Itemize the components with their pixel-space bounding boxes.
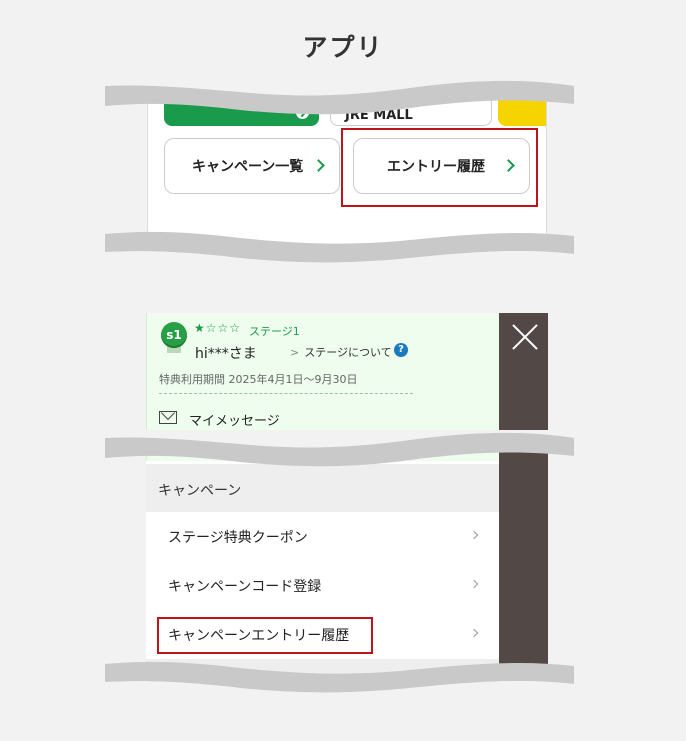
section-header-campaign: キャンペーン xyxy=(146,464,499,512)
chevron-right-icon xyxy=(469,628,479,638)
chevron-right-icon: > xyxy=(290,346,300,359)
username: hi***さま xyxy=(195,346,257,362)
menu-item-label: ステージ特典クーポン xyxy=(168,530,308,546)
stage-about-label: ステージについて xyxy=(304,346,392,359)
drawer-overlay[interactable] xyxy=(499,313,548,673)
help-icon[interactable]: ? xyxy=(394,343,408,357)
yellow-banner-button[interactable] xyxy=(498,98,546,126)
chevron-right-icon xyxy=(469,530,479,540)
mail-icon xyxy=(159,411,177,424)
divider xyxy=(159,393,413,394)
campaign-list-label: キャンペーン一覧 xyxy=(192,159,304,175)
menu-item-stage-coupon[interactable]: ステージ特典クーポン xyxy=(146,512,499,561)
jre-mall-button[interactable]: JRE MALL xyxy=(330,98,492,126)
highlight-box-entry-history xyxy=(341,128,538,207)
menu-footer xyxy=(146,659,499,673)
rank-stars: ★☆☆☆ xyxy=(194,321,242,335)
page-title: アプリ xyxy=(302,33,384,62)
chevron-right-icon xyxy=(469,579,479,589)
chevron-circle-icon xyxy=(296,106,309,119)
my-message-link[interactable]: マイメッセージ xyxy=(189,410,280,429)
close-icon[interactable] xyxy=(511,323,539,351)
menu-item-label: キャンペーンコード登録 xyxy=(168,579,322,595)
campaign-list-button[interactable]: キャンペーン一覧 xyxy=(164,138,340,194)
stage-label: ステージ1 xyxy=(249,325,300,338)
stage-badge-icon: s1 xyxy=(161,322,187,348)
divider xyxy=(159,441,413,442)
highlight-box-campaign-entry-history xyxy=(157,617,373,654)
menu-item-campaign-code[interactable]: キャンペーンコード登録 xyxy=(146,561,499,610)
green-banner-button[interactable] xyxy=(164,98,319,126)
chevron-right-icon xyxy=(312,159,325,172)
member-info: s1 ★☆☆☆ ステージ1 hi***さま > ステージについて ? 特典利用期間… xyxy=(146,313,499,461)
benefit-period: 特典利用期間 2025年4月1日～9月30日 xyxy=(159,373,358,386)
stage-about-link[interactable]: > ステージについて xyxy=(290,344,392,360)
